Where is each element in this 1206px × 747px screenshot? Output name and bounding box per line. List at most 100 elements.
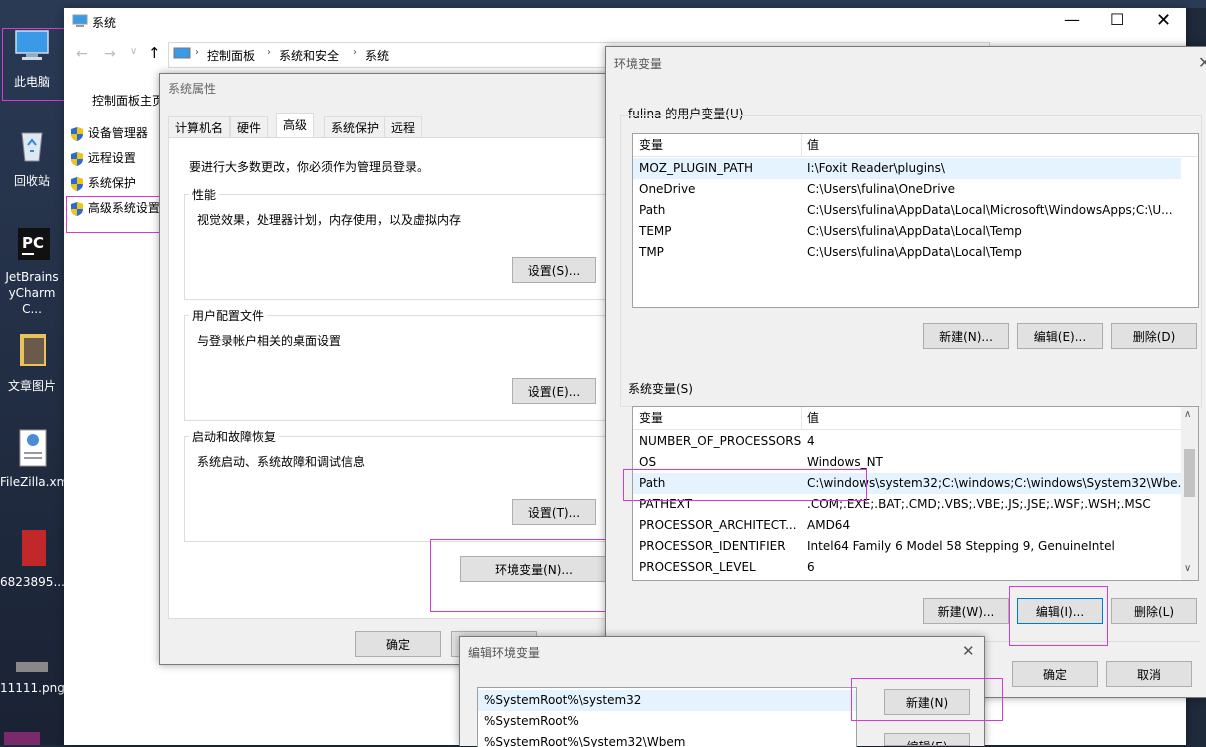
scrollbar[interactable]: ∧ ∨ — [1181, 407, 1198, 580]
tab-remote[interactable]: 远程 — [384, 116, 423, 139]
group-label: 启动和故障恢复 — [189, 428, 280, 445]
list-header: 变量 值 — [633, 407, 1181, 430]
close-icon[interactable]: ✕ — [962, 642, 975, 660]
sidebar-home-link[interactable]: 控制面板主页 — [92, 92, 164, 109]
user-vars-list[interactable]: 变量 值 MOZ_PLUGIN_PATH I:\Foxit Reader\plug… — [632, 133, 1199, 308]
table-row[interactable]: PROCESSOR_ARCHITECT... AMD64 — [633, 515, 1181, 536]
highlight-advanced-settings — [66, 196, 173, 233]
cancel-button[interactable]: 取消 — [1106, 661, 1192, 687]
desktop-icon-pycharm[interactable]: PC JetBrains yCharm C... — [0, 226, 64, 317]
group-label: 用户配置文件 — [189, 307, 268, 324]
breadcrumb-item[interactable]: 系统和安全 — [279, 47, 339, 64]
ok-button[interactable]: 确定 — [355, 631, 441, 657]
pycharm-icon: PC — [18, 228, 50, 260]
recycle-bin-icon — [21, 132, 43, 162]
xml-file-icon — [19, 429, 47, 467]
sidebar-item-label: 系统保护 — [87, 176, 136, 190]
control-panel-icon — [173, 47, 191, 59]
column-header-value[interactable]: 值 — [807, 407, 819, 429]
list-item[interactable]: %SystemRoot%\system32 — [478, 690, 856, 711]
highlight-env-button — [430, 539, 625, 612]
scroll-down-icon[interactable]: ∨ — [1184, 563, 1191, 574]
performance-group: 性能 视觉效果，处理器计划，内存使用，以及虚拟内存 设置(S)... — [184, 186, 616, 300]
user-edit-button[interactable]: 编辑(E)... — [1017, 323, 1103, 349]
user-delete-button[interactable]: 删除(D) — [1111, 323, 1197, 349]
image-file-icon — [16, 662, 48, 672]
column-header-variable[interactable]: 变量 — [639, 407, 663, 429]
group-description: 系统启动、系统故障和调试信息 — [197, 455, 366, 469]
chevron-down-icon[interactable]: ∨ — [130, 46, 137, 57]
folder-icon — [20, 334, 46, 366]
system-delete-button[interactable]: 删除(L) — [1111, 598, 1197, 624]
tab-advanced[interactable]: 高级 — [276, 113, 315, 139]
book-icon — [22, 530, 46, 566]
window-title: 系统 — [92, 16, 117, 30]
system-icon — [72, 14, 88, 27]
desktop-icon-document[interactable]: 6823895... — [0, 528, 65, 589]
table-row[interactable]: Path C:\Users\fulina\AppData\Local\Micros… — [633, 200, 1181, 221]
desktop-icon-filezilla[interactable]: FileZilla.xml — [0, 428, 72, 489]
startup-settings-button[interactable]: 设置(T)... — [512, 499, 596, 525]
group-description: 与登录帐户相关的桌面设置 — [197, 334, 342, 348]
list-header: 变量 值 — [633, 134, 1198, 157]
forward-arrow-icon[interactable]: → — [104, 46, 116, 62]
tab-system-protection[interactable]: 系统保护 — [324, 116, 387, 139]
system-new-button[interactable]: 新建(W)... — [923, 598, 1009, 624]
table-row[interactable]: NUMBER_OF_PROCESSORS 4 — [633, 431, 1181, 452]
list-item[interactable]: %SystemRoot% — [478, 711, 856, 732]
column-header-variable[interactable]: 变量 — [639, 134, 663, 156]
admin-note: 要进行大多数更改，你必须作为管理员登录。 — [189, 160, 430, 174]
close-icon[interactable]: ✕ — [1156, 10, 1171, 31]
highlight-this-pc — [2, 28, 72, 101]
svg-text:PC: PC — [22, 234, 44, 252]
tab-hardware[interactable]: 硬件 — [230, 116, 269, 139]
ok-button[interactable]: 确定 — [1012, 661, 1098, 687]
desktop-icon-folder[interactable]: 文章图片 — [0, 330, 64, 394]
desktop-icon-png[interactable]: 11111.png — [0, 660, 65, 695]
close-icon[interactable]: ✕ — [1198, 53, 1206, 72]
table-row[interactable]: MOZ_PLUGIN_PATH I:\Foxit Reader\plugins\ — [633, 158, 1181, 179]
scrollbar-thumb[interactable] — [1184, 449, 1195, 497]
up-arrow-icon[interactable]: ↑ — [148, 44, 161, 62]
table-row[interactable]: PROCESSOR_IDENTIFIER Intel64 Family 6 Mod… — [633, 536, 1181, 557]
shield-icon — [71, 176, 83, 191]
dialog-title: 编辑环境变量 — [468, 646, 541, 660]
minimize-icon[interactable]: — — [1064, 10, 1080, 29]
desktop-icon-label: 回收站 — [13, 174, 50, 188]
profile-settings-button[interactable]: 设置(E)... — [512, 378, 596, 404]
edit-edit-button[interactable]: 编辑(E) — [884, 733, 970, 746]
dialog-title: 系统属性 — [168, 82, 217, 96]
tab-computer-name[interactable]: 计算机名 — [168, 116, 231, 139]
shield-icon — [71, 151, 83, 166]
table-row[interactable]: TMP C:\Users\fulina\AppData\Local\Temp — [633, 242, 1181, 263]
breadcrumb-item[interactable]: 控制面板 — [207, 47, 255, 64]
taskbar-strip — [64, 0, 1206, 8]
environment-variables-dialog: 环境变量 ✕ fulina 的用户变量(U) 变量 值 MOZ_PLUGIN_P… — [605, 46, 1206, 698]
maximize-icon[interactable]: ☐ — [1110, 10, 1124, 29]
user-profile-group: 用户配置文件 与登录帐户相关的桌面设置 设置(E)... — [184, 307, 616, 421]
performance-settings-button[interactable]: 设置(S)... — [512, 257, 596, 283]
highlight-new-button — [851, 678, 1003, 721]
desktop-icon-label: 文章图片 — [7, 379, 56, 393]
system-vars-label: 系统变量(S) — [628, 382, 693, 396]
desktop-icon-label: JetBrains yCharm C... — [5, 270, 59, 316]
breadcrumb-item[interactable]: 系统 — [365, 47, 389, 64]
table-row[interactable]: PROCESSOR_LEVEL 6 — [633, 557, 1181, 578]
column-header-value[interactable]: 值 — [807, 134, 819, 156]
archive-icon — [4, 732, 40, 745]
path-entries-list[interactable]: %SystemRoot%\system32 %SystemRoot% %Syst… — [477, 687, 857, 747]
scroll-up-icon[interactable]: ∧ — [1184, 409, 1191, 420]
user-new-button[interactable]: 新建(N)... — [923, 323, 1009, 349]
desktop-icon-recycle-bin[interactable]: 回收站 — [0, 125, 64, 189]
titlebar: 系统 — ☐ ✕ — [64, 8, 1186, 38]
sidebar-item-label: 设备管理器 — [87, 126, 148, 140]
table-row[interactable]: OneDrive C:\Users\fulina\OneDrive — [633, 179, 1181, 200]
highlight-path-row — [623, 469, 867, 501]
dialog-title: 环境变量 — [614, 57, 663, 71]
group-label: 性能 — [189, 186, 220, 203]
back-arrow-icon[interactable]: ← — [76, 46, 88, 62]
startup-recovery-group: 启动和故障恢复 系统启动、系统故障和调试信息 设置(T)... — [184, 428, 616, 542]
shield-icon — [71, 126, 83, 141]
desktop-icon-label: 6823895... — [0, 575, 65, 589]
table-row[interactable]: TEMP C:\Users\fulina\AppData\Local\Temp — [633, 221, 1181, 242]
